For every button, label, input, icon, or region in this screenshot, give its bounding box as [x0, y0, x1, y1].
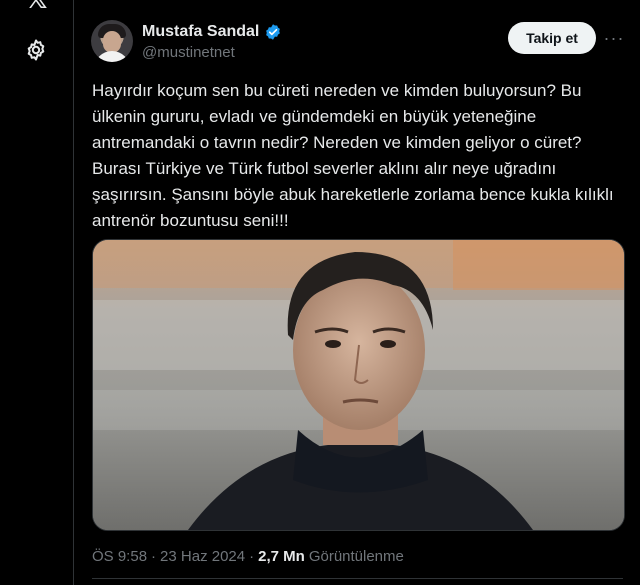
- meta-separator: ·: [151, 548, 157, 565]
- left-sidebar: 𝕏: [0, 0, 74, 585]
- photo-illustration: [93, 240, 624, 530]
- views-count[interactable]: 2,7 Mn: [258, 548, 305, 565]
- views-label: Görüntülenme: [308, 548, 404, 565]
- meta-separator: ·: [249, 548, 255, 565]
- avatar[interactable]: [91, 20, 133, 62]
- author-name-row: Mustafa Sandal: [142, 22, 282, 42]
- divider: [92, 578, 623, 579]
- more-options-icon[interactable]: ···: [600, 25, 628, 53]
- tweet-date[interactable]: 23 Haz 2024: [160, 548, 245, 565]
- tweet-time[interactable]: ÖS 9:58: [92, 548, 147, 565]
- author-handle[interactable]: @mustinetnet: [142, 44, 235, 61]
- tweet-text: Hayırdır koçum sen bu cüreti nereden ve …: [92, 81, 619, 230]
- tweet-meta: ÖS 9:58 · 23 Haz 2024 · 2,7 Mn Görüntüle…: [92, 548, 404, 565]
- gear-icon[interactable]: [24, 38, 48, 62]
- tweet-card: Mustafa Sandal @mustinetnet Takip et ···…: [75, 0, 640, 585]
- x-logo-icon[interactable]: 𝕏: [22, 0, 52, 12]
- follow-button[interactable]: Takip et: [508, 22, 596, 54]
- author-display-name[interactable]: Mustafa Sandal: [142, 23, 259, 41]
- tweet-photo[interactable]: [92, 239, 625, 531]
- verified-badge-icon: [266, 24, 281, 40]
